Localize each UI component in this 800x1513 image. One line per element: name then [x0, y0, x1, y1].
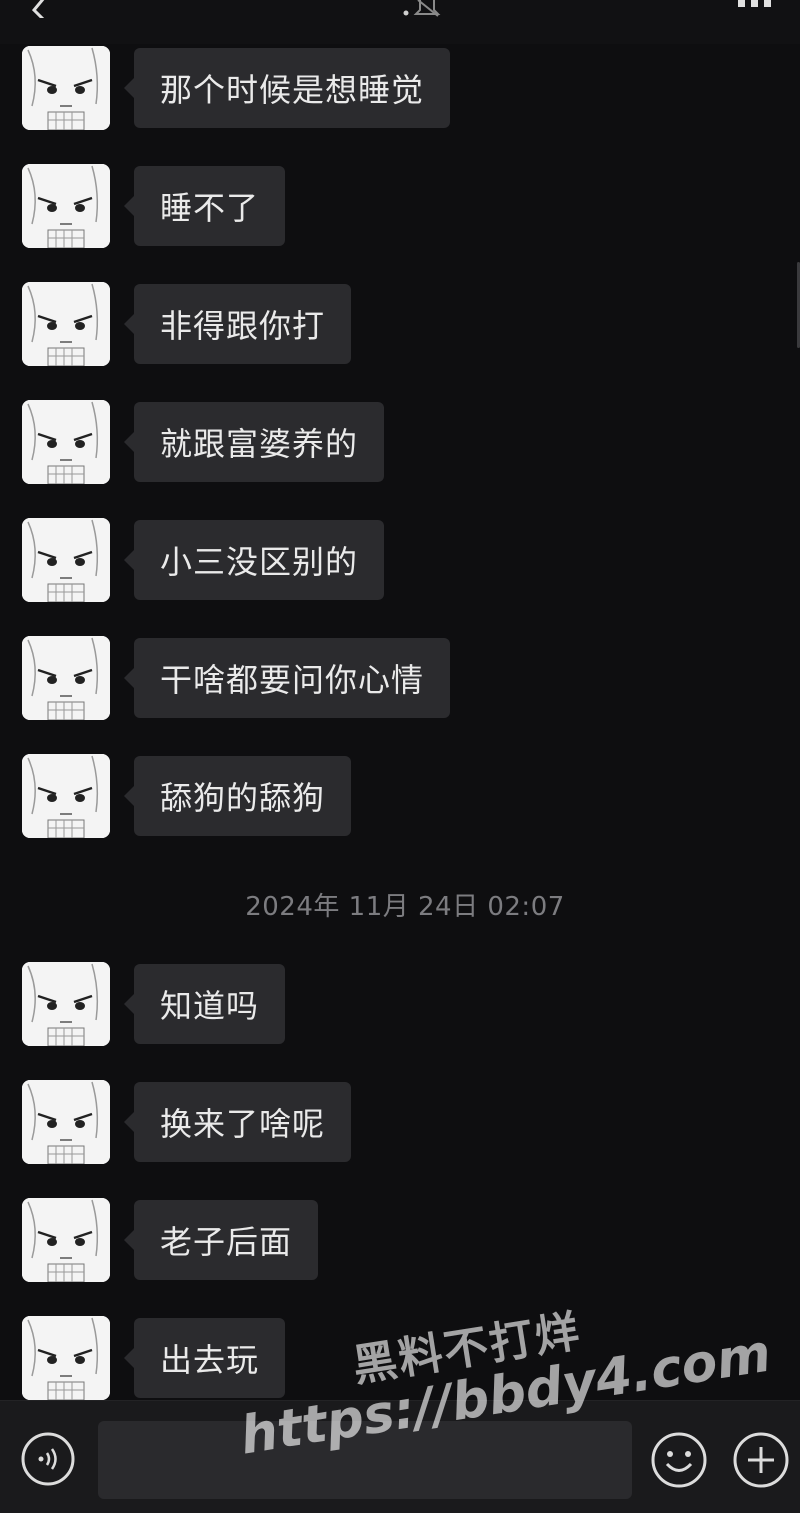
avatar[interactable] [22, 164, 110, 248]
muted-bell-icon [403, 0, 441, 17]
message-bubble[interactable]: 知道吗 [123, 964, 286, 1044]
message-bubble[interactable]: 那个时候是想睡觉 [123, 48, 451, 128]
message-row: 非得跟你打 [0, 280, 800, 370]
chat-header [0, 0, 800, 44]
avatar[interactable] [22, 1316, 110, 1400]
message-row: 知道吗 [0, 960, 800, 1050]
chevron-left-icon[interactable] [26, 0, 56, 18]
avatar[interactable] [22, 1080, 110, 1164]
message-bubble[interactable]: 小三没区别的 [123, 520, 385, 600]
avatar[interactable] [22, 400, 110, 484]
message-input[interactable] [98, 1421, 632, 1499]
message-bubble[interactable]: 非得跟你打 [123, 284, 352, 364]
input-bar [0, 1400, 800, 1513]
message-bubble[interactable]: 舔狗的舔狗 [123, 756, 352, 836]
message-row: 老子后面 [0, 1196, 800, 1286]
avatar[interactable] [22, 636, 110, 720]
avatar[interactable] [22, 518, 110, 602]
message-row: 小三没区别的 [0, 516, 800, 606]
message-row: 舔狗的舔狗 [0, 752, 800, 842]
timestamp-separator: 2024年 11月 24日 02:07 [245, 892, 565, 922]
message-row: 换来了啥呢 [0, 1078, 800, 1168]
emoji-icon[interactable] [650, 1431, 708, 1489]
message-list[interactable]: 那个时候是想睡觉 睡不了 非得跟你打 就跟富婆养的 小三没区别的 干啥都要问你心… [0, 44, 800, 1400]
avatar[interactable] [22, 46, 110, 130]
avatar[interactable] [22, 962, 110, 1046]
avatar[interactable] [22, 754, 110, 838]
message-bubble[interactable]: 干啥都要问你心情 [123, 638, 451, 718]
more-dots-icon[interactable] [734, 0, 776, 10]
message-row: 那个时候是想睡觉 [0, 44, 800, 134]
message-bubble[interactable]: 出去玩 [123, 1318, 286, 1398]
avatar[interactable] [22, 282, 110, 366]
message-row: 干啥都要问你心情 [0, 634, 800, 724]
voice-icon[interactable] [20, 1431, 76, 1487]
avatar[interactable] [22, 1198, 110, 1282]
message-row: 睡不了 [0, 162, 800, 252]
message-bubble[interactable]: 老子后面 [123, 1200, 319, 1280]
message-bubble[interactable]: 换来了啥呢 [123, 1082, 352, 1162]
message-bubble[interactable]: 睡不了 [123, 166, 286, 246]
plus-icon[interactable] [732, 1431, 790, 1489]
message-bubble[interactable]: 就跟富婆养的 [123, 402, 385, 482]
message-row: 出去玩 [0, 1314, 800, 1404]
message-row: 就跟富婆养的 [0, 398, 800, 488]
